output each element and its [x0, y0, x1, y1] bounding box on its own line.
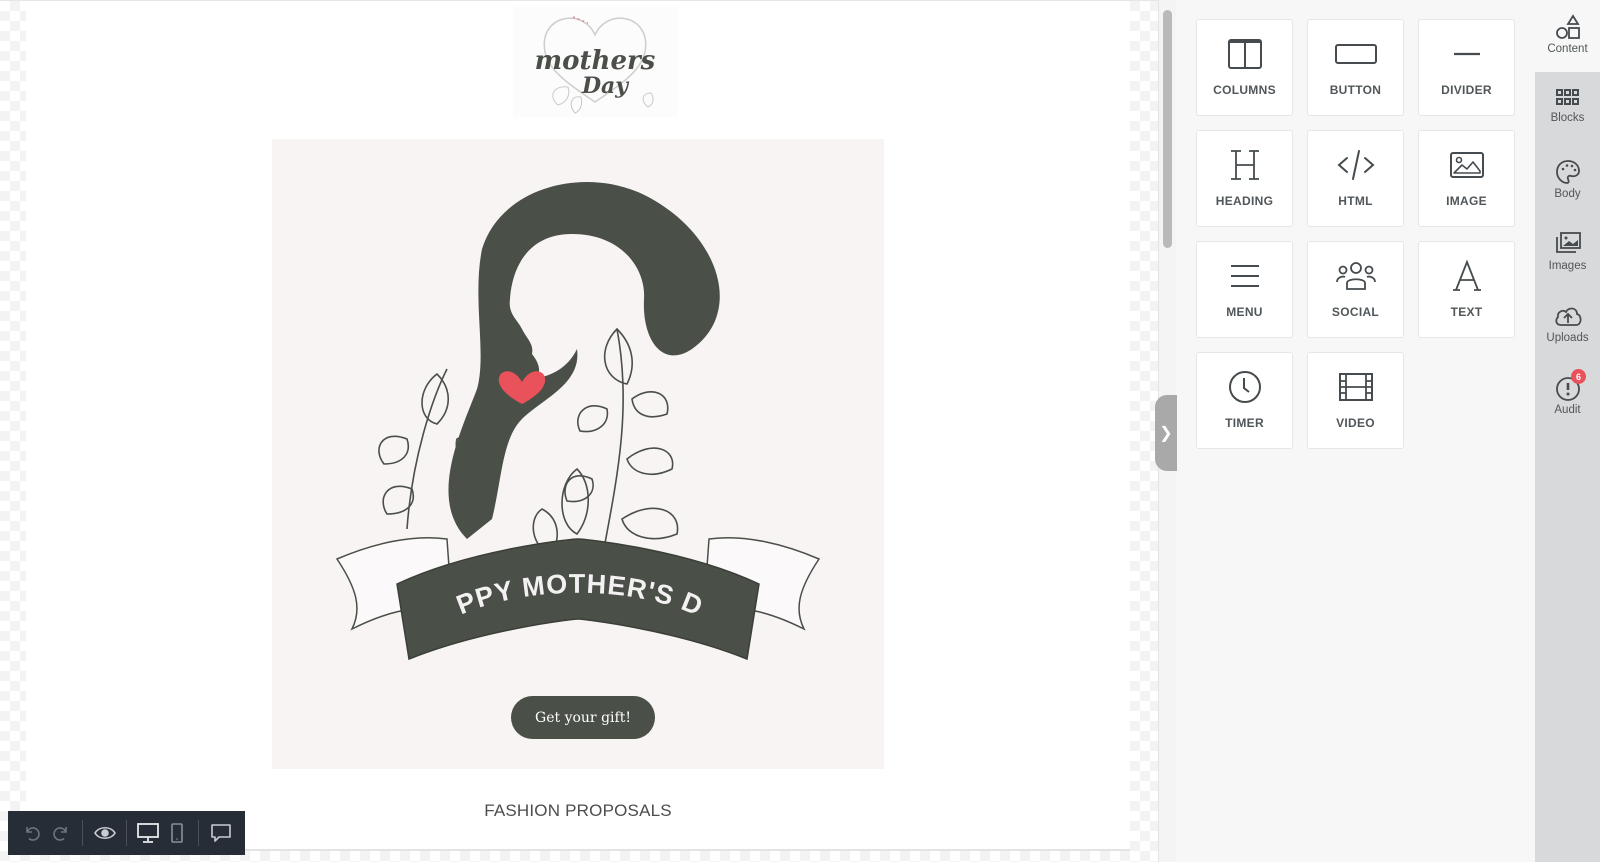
mobile-view-button[interactable] — [163, 818, 192, 848]
tool-image[interactable]: IMAGE — [1418, 130, 1515, 227]
eye-icon — [93, 826, 116, 840]
tool-label: SOCIAL — [1331, 305, 1380, 319]
rail-tab-body[interactable]: Body — [1535, 145, 1600, 217]
columns-icon — [1227, 39, 1262, 69]
get-gift-button[interactable]: Get your gift! — [511, 696, 655, 739]
cloud-upload-icon — [1554, 307, 1582, 326]
redo-icon — [53, 827, 67, 841]
tool-text[interactable]: TEXT — [1418, 241, 1515, 338]
undo-icon — [26, 827, 41, 841]
audit-count-badge: 6 — [1571, 369, 1586, 384]
palette-icon — [1555, 160, 1580, 184]
undo-button[interactable] — [18, 818, 47, 848]
rail-tab-images[interactable]: Images — [1535, 217, 1600, 289]
rail-label: Audit — [1554, 404, 1581, 416]
tool-label: TEXT — [1450, 305, 1483, 319]
hero-image-block[interactable]: HAPPY MOTHER'S DAY Get your gift! — [272, 139, 884, 769]
rail-tab-uploads[interactable]: Uploads — [1535, 289, 1600, 361]
tool-timer[interactable]: TIMER — [1196, 352, 1293, 449]
rail-label: Blocks — [1550, 112, 1585, 124]
comment-icon — [210, 824, 231, 842]
menu-icon — [1230, 265, 1259, 287]
comments-button[interactable] — [206, 818, 235, 848]
tool-label: IMAGE — [1446, 194, 1487, 208]
tool-button[interactable]: BUTTON — [1307, 19, 1404, 116]
email-editor: mothers Day PPY MOTHER'S D Get your gift… — [0, 0, 1600, 862]
html-code-icon — [1336, 150, 1375, 180]
chevron-right-icon: ❯ — [1159, 425, 1173, 442]
leaves-right — [532, 327, 679, 560]
image-icon — [1449, 152, 1484, 178]
toolbar-divider — [126, 820, 127, 846]
content-panel: COLUMNS BUTTON DIVIDER HEADING HTML IMAG… — [1177, 0, 1535, 862]
rail-label: Body — [1554, 188, 1581, 200]
toolbar-divider — [82, 820, 84, 846]
tool-label: VIDEO — [1336, 416, 1375, 430]
mothers-day-logo[interactable]: mothers Day — [513, 7, 678, 117]
tool-label: COLUMNS — [1213, 83, 1276, 97]
tool-heading[interactable]: HEADING — [1196, 130, 1293, 227]
svg-text:mothers: mothers — [535, 46, 656, 76]
desktop-icon — [137, 823, 160, 843]
canvas-scrollbar-thumb[interactable] — [1163, 10, 1172, 248]
tool-label: BUTTON — [1329, 83, 1382, 97]
tool-menu[interactable]: MENU — [1196, 241, 1293, 338]
button-icon — [1334, 44, 1377, 64]
rail-tab-blocks[interactable]: Blocks — [1535, 73, 1600, 145]
timer-icon — [1228, 371, 1261, 403]
content-tool-grid: COLUMNS BUTTON DIVIDER HEADING HTML IMAG… — [1196, 19, 1515, 449]
tool-video[interactable]: VIDEO — [1307, 352, 1404, 449]
tool-columns[interactable]: COLUMNS — [1196, 19, 1293, 116]
preview-button[interactable] — [90, 818, 119, 848]
tool-label: HEADING — [1215, 194, 1274, 208]
rail-tab-content[interactable]: Content — [1535, 0, 1600, 72]
bottom-toolbar — [8, 811, 245, 855]
logo-image: mothers Day — [513, 7, 678, 117]
rail-label: Uploads — [1546, 332, 1589, 344]
tool-social[interactable]: SOCIAL — [1307, 241, 1404, 338]
email-body[interactable]: mothers Day PPY MOTHER'S D Get your gift… — [26, 1, 1130, 851]
toolbar-divider — [198, 820, 200, 846]
grid-icon — [1555, 89, 1579, 105]
divider-icon — [1453, 52, 1480, 56]
rail-tab-audit[interactable]: 6 Audit — [1535, 361, 1600, 433]
tool-html[interactable]: HTML — [1307, 130, 1404, 227]
silhouette-shape — [448, 181, 720, 539]
svg-text:Day: Day — [581, 73, 630, 99]
mobile-icon — [171, 823, 183, 843]
video-icon — [1338, 373, 1373, 401]
desktop-view-button[interactable] — [134, 818, 163, 848]
panel-collapse-toggle[interactable]: ❯ — [1155, 395, 1177, 471]
rail-label: Images — [1548, 260, 1587, 272]
side-nav-rail: Content Blocks Body Images Uploads 6 Aud… — [1535, 0, 1600, 862]
editor-canvas: mothers Day PPY MOTHER'S D Get your gift… — [0, 0, 1176, 862]
rail-label: Content — [1547, 43, 1588, 55]
tool-label: DIVIDER — [1441, 83, 1492, 97]
tool-label: HTML — [1338, 194, 1373, 208]
redo-button[interactable] — [47, 818, 76, 848]
hero-illustration: HAPPY MOTHER'S DAY — [272, 139, 821, 661]
images-icon — [1555, 232, 1581, 253]
tool-label: MENU — [1226, 305, 1263, 319]
tool-label: TIMER — [1225, 416, 1264, 430]
heading-icon — [1230, 150, 1259, 180]
social-icon — [1335, 262, 1376, 290]
shapes-icon — [1555, 14, 1580, 39]
text-icon — [1452, 259, 1481, 291]
tool-divider[interactable]: DIVIDER — [1418, 19, 1515, 116]
